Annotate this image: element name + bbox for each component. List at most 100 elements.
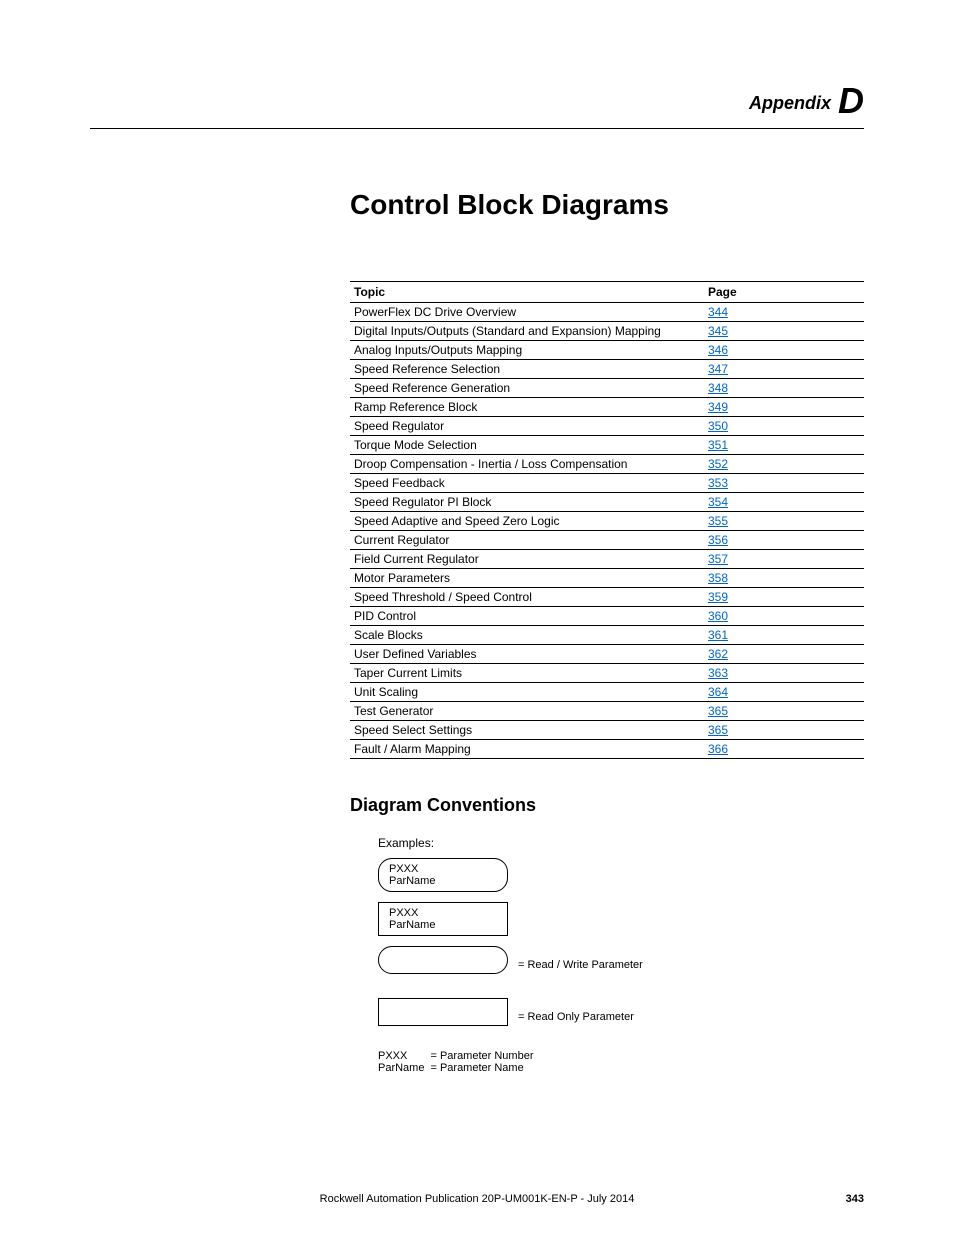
toc-page: 365 [704, 702, 864, 721]
toc-topic: Speed Reference Selection [350, 360, 704, 379]
ro-param-example-shape: PXXX ParName [378, 902, 508, 936]
table-row: Current Regulator356 [350, 531, 864, 550]
toc-page-link[interactable]: 364 [708, 685, 728, 699]
toc-page-link[interactable]: 361 [708, 628, 728, 642]
toc-page-link[interactable]: 355 [708, 514, 728, 528]
toc-topic: Motor Parameters [350, 569, 704, 588]
footer-text: Rockwell Automation Publication 20P-UM00… [0, 1193, 954, 1205]
examples-label: Examples: [378, 836, 864, 850]
toc-page: 351 [704, 436, 864, 455]
toc-page: 365 [704, 721, 864, 740]
toc-page-link[interactable]: 346 [708, 343, 728, 357]
toc-topic: Speed Adaptive and Speed Zero Logic [350, 512, 704, 531]
legend-pxxx-val: = Parameter Number [430, 1050, 539, 1062]
toc-page-link[interactable]: 348 [708, 381, 728, 395]
table-row: Scale Blocks 361 [350, 626, 864, 645]
toc-page-link[interactable]: 365 [708, 704, 728, 718]
table-row: Speed Reference Generation 348 [350, 379, 864, 398]
toc-topic: Speed Threshold / Speed Control [350, 588, 704, 607]
table-row: Speed Adaptive and Speed Zero Logic 355 [350, 512, 864, 531]
table-row: Droop Compensation - Inertia / Loss Comp… [350, 455, 864, 474]
toc-page-link[interactable]: 362 [708, 647, 728, 661]
toc-page: 354 [704, 493, 864, 512]
toc-page: 344 [704, 303, 864, 322]
example-pxxx: PXXX [389, 863, 497, 875]
table-row: Test Generator 365 [350, 702, 864, 721]
appendix-letter: D [838, 80, 864, 121]
toc-page: 364 [704, 683, 864, 702]
toc-page-link[interactable]: 353 [708, 476, 728, 490]
table-row: Speed Regulator 350 [350, 417, 864, 436]
toc-page-link[interactable]: 359 [708, 590, 728, 604]
toc-topic: Speed Regulator [350, 417, 704, 436]
toc-page: 360 [704, 607, 864, 626]
rw-param-example-shape: PXXX ParName [378, 858, 508, 892]
toc-page: 355 [704, 512, 864, 531]
ro-legend-shape [378, 998, 508, 1026]
page-number: 343 [846, 1193, 864, 1205]
toc-topic: PID Control [350, 607, 704, 626]
toc-header-page: Page [704, 282, 864, 303]
chapter-title: Control Block Diagrams [350, 189, 864, 221]
toc-page: 358 [704, 569, 864, 588]
appendix-label: Appendix [749, 93, 831, 113]
legend-parname-key: ParName [378, 1062, 430, 1074]
toc-page-link[interactable]: 345 [708, 324, 728, 338]
table-row: Speed Regulator PI Block 354 [350, 493, 864, 512]
ro-legend-text: = Read Only Parameter [518, 1011, 634, 1023]
toc-table: Topic Page PowerFlex DC Drive Overview34… [350, 281, 864, 759]
toc-page-link[interactable]: 363 [708, 666, 728, 680]
rw-legend-row: = Read / Write Parameter [378, 946, 864, 984]
table-row: Motor Parameters 358 [350, 569, 864, 588]
conventions-block: Examples: PXXX ParName PXXX ParName = Re… [378, 836, 864, 1074]
table-row: Digital Inputs/Outputs (Standard and Exp… [350, 322, 864, 341]
toc-page-link[interactable]: 352 [708, 457, 728, 471]
section-title-conventions: Diagram Conventions [350, 795, 864, 816]
toc-page-link[interactable]: 356 [708, 533, 728, 547]
toc-topic: User Defined Variables [350, 645, 704, 664]
toc-topic: Speed Reference Generation [350, 379, 704, 398]
toc-page: 347 [704, 360, 864, 379]
table-row: Speed Select Settings365 [350, 721, 864, 740]
table-row: User Defined Variables 362 [350, 645, 864, 664]
toc-page-link[interactable]: 365 [708, 723, 728, 737]
toc-page-link[interactable]: 357 [708, 552, 728, 566]
toc-topic: Unit Scaling [350, 683, 704, 702]
legend-parname-val: = Parameter Name [430, 1062, 539, 1074]
toc-page-link[interactable]: 358 [708, 571, 728, 585]
main-content: Control Block Diagrams Topic Page PowerF… [350, 189, 864, 1074]
toc-topic: Speed Regulator PI Block [350, 493, 704, 512]
toc-page: 366 [704, 740, 864, 759]
toc-topic: Digital Inputs/Outputs (Standard and Exp… [350, 322, 704, 341]
toc-page-link[interactable]: 349 [708, 400, 728, 414]
toc-page: 350 [704, 417, 864, 436]
toc-page: 349 [704, 398, 864, 417]
toc-page-link[interactable]: 351 [708, 438, 728, 452]
toc-page: 356 [704, 531, 864, 550]
toc-page-link[interactable]: 360 [708, 609, 728, 623]
rw-legend-text: = Read / Write Parameter [518, 959, 643, 971]
toc-page: 348 [704, 379, 864, 398]
toc-page-link[interactable]: 350 [708, 419, 728, 433]
example-pxxx: PXXX [389, 907, 497, 919]
toc-page-link[interactable]: 344 [708, 305, 728, 319]
example-parname: ParName [389, 919, 497, 931]
toc-page-link[interactable]: 354 [708, 495, 728, 509]
toc-page-link[interactable]: 347 [708, 362, 728, 376]
table-row: Taper Current Limits363 [350, 664, 864, 683]
toc-page: 363 [704, 664, 864, 683]
toc-page: 352 [704, 455, 864, 474]
toc-topic: Analog Inputs/Outputs Mapping [350, 341, 704, 360]
toc-page-link[interactable]: 366 [708, 742, 728, 756]
toc-topic: Scale Blocks [350, 626, 704, 645]
table-row: Unit Scaling 364 [350, 683, 864, 702]
toc-topic: Ramp Reference Block [350, 398, 704, 417]
toc-topic: Test Generator [350, 702, 704, 721]
toc-topic: PowerFlex DC Drive Overview [350, 303, 704, 322]
toc-page: 362 [704, 645, 864, 664]
toc-topic: Torque Mode Selection [350, 436, 704, 455]
toc-page: 345 [704, 322, 864, 341]
toc-page: 359 [704, 588, 864, 607]
table-row: PID Control 360 [350, 607, 864, 626]
toc-topic: Droop Compensation - Inertia / Loss Comp… [350, 455, 704, 474]
